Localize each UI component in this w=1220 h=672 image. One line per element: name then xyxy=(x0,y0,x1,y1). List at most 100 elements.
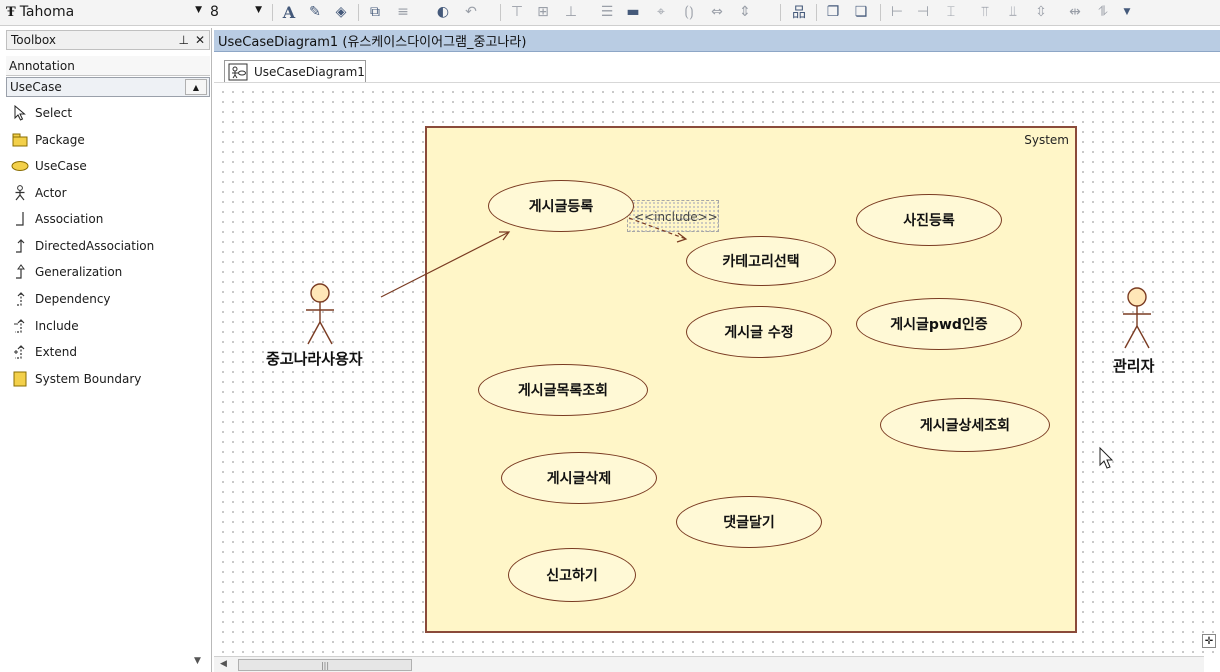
toolbar-separator xyxy=(500,4,501,21)
toolbox-item-association[interactable]: Association xyxy=(10,208,208,230)
align-center-button[interactable]: ⌶ xyxy=(942,3,960,21)
scrollbar-thumb[interactable]: ||| xyxy=(238,659,412,671)
usecase-icon xyxy=(10,158,30,174)
include-icon xyxy=(10,318,30,334)
usecase-post-list[interactable]: 게시글목록조회 xyxy=(478,364,648,416)
toolbox-item-label: UseCase xyxy=(35,159,87,173)
toolbox-category-annotation[interactable]: Annotation xyxy=(6,56,210,76)
toolbar-separator xyxy=(272,4,273,21)
toolbox-item-generalization[interactable]: Generalization xyxy=(10,261,208,283)
layout-button[interactable]: 品 xyxy=(790,3,808,21)
usecase-report[interactable]: 신고하기 xyxy=(508,548,636,602)
usecase-register-photo[interactable]: 사진등록 xyxy=(856,194,1002,246)
collapse-arrow-icon[interactable]: ▲ xyxy=(185,79,207,95)
distribute-bottom-button[interactable]: ⫫ xyxy=(1004,3,1022,21)
align-left-button[interactable]: ⊢ xyxy=(888,3,906,21)
toolbox-item-extend[interactable]: Extend xyxy=(10,341,208,363)
toolbox-item-package[interactable]: Package xyxy=(10,129,208,151)
bracket-button[interactable]: ⟮⟯ xyxy=(680,3,698,21)
size-button[interactable]: ⇕ xyxy=(736,3,754,21)
usecase-post-password-auth[interactable]: 게시글pwd인증 xyxy=(856,298,1022,350)
diagram-icon xyxy=(228,63,248,80)
folder-button[interactable]: ▬ xyxy=(624,3,642,21)
bring-front-button[interactable]: ❐ xyxy=(824,3,842,21)
link-button[interactable]: ⌖ xyxy=(652,3,670,21)
font-size-value: 8 xyxy=(210,4,219,20)
toolbar-overflow-arrow-icon[interactable]: ▼ xyxy=(1118,3,1136,21)
align-right-button[interactable]: ⊣ xyxy=(914,3,932,21)
toolbar-separator xyxy=(816,4,817,21)
toolbox-item-label: Actor xyxy=(35,186,67,200)
usecase-add-comment[interactable]: 댓글달기 xyxy=(676,496,822,548)
toolbox-title: Toolbox xyxy=(11,33,56,47)
document-title-bar: UseCaseDiagram1 (유스케이스다이어그램_중고나라) xyxy=(214,30,1220,52)
distribute-vertical-button[interactable]: ⇳ xyxy=(1032,3,1050,21)
dependency-icon xyxy=(10,291,30,307)
dropdown-arrow-icon: ▼ xyxy=(255,5,262,15)
toolbox-item-label: Extend xyxy=(35,345,77,359)
usecase-edit-post[interactable]: 게시글 수정 xyxy=(686,306,832,358)
association-icon xyxy=(10,211,30,227)
font-size-select[interactable]: 8 ▼ xyxy=(210,2,266,22)
category-label: UseCase xyxy=(10,80,62,94)
undo-format-button[interactable]: ↶ xyxy=(462,3,480,21)
pan-icon[interactable]: ✛ xyxy=(1202,634,1216,648)
toolbox-item-label: System Boundary xyxy=(35,372,142,386)
toolbox-item-actor[interactable]: Actor xyxy=(10,182,208,204)
shadow-button[interactable]: ◐ xyxy=(434,3,452,21)
shape-style-button[interactable]: ⧉ xyxy=(366,3,384,21)
extend-icon xyxy=(10,344,30,360)
toolbox-item-label: Package xyxy=(35,133,85,147)
space-vertical-button[interactable]: ⥮ xyxy=(1094,3,1112,21)
list-button[interactable]: ☰ xyxy=(598,3,616,21)
align-top-button[interactable]: ⊤ xyxy=(508,3,526,21)
horizontal-scrollbar[interactable]: ◀ ||| xyxy=(214,656,1204,672)
usecase-post-detail[interactable]: 게시글상세조회 xyxy=(880,398,1050,452)
actor-label-admin: 관리자 xyxy=(1113,357,1155,375)
fill-color-button[interactable]: ◈ xyxy=(332,3,350,21)
font-type-icon: Ŧ xyxy=(6,4,16,20)
font-family-select[interactable]: Ŧ Tahoma ▼ xyxy=(6,2,206,22)
font-color-button[interactable]: A xyxy=(280,3,298,22)
package-icon xyxy=(10,132,30,148)
toolbox-item-label: Include xyxy=(35,319,79,333)
toolbar-separator xyxy=(880,4,881,21)
toolbox-item-include[interactable]: Include xyxy=(10,315,208,337)
line-color-button[interactable]: ✎ xyxy=(306,3,324,21)
spacing-button[interactable]: ⇔ xyxy=(708,3,726,21)
toolbox-item-label: Select xyxy=(35,106,73,120)
toolbar-separator xyxy=(780,4,781,21)
pin-icon[interactable]: ⊥ xyxy=(179,33,189,47)
toolbox-item-system-boundary[interactable]: System Boundary xyxy=(10,368,208,390)
actor-icon xyxy=(10,185,30,201)
scroll-down-arrow-icon[interactable]: ▼ xyxy=(194,656,201,666)
tab-label: UseCaseDiagram1 xyxy=(254,64,365,79)
generalization-icon xyxy=(10,264,30,280)
toolbox-item-select[interactable]: Select xyxy=(10,102,208,124)
distribute-top-button[interactable]: ⫪ xyxy=(976,3,994,21)
toolbox-item-dependency[interactable]: Dependency xyxy=(10,288,208,310)
category-label: Annotation xyxy=(9,58,75,73)
toolbar-separator xyxy=(358,4,359,21)
tab-usecase-diagram[interactable]: UseCaseDiagram1 xyxy=(224,60,366,82)
align-middle-button[interactable]: ⊞ xyxy=(534,3,552,21)
usecase-post-register[interactable]: 게시글등록 xyxy=(488,180,634,232)
usecase-select-category[interactable]: 카테고리선택 xyxy=(686,236,836,286)
send-back-button[interactable]: ❏ xyxy=(852,3,870,21)
toolbox-panel: Toolbox ⊥ ✕ Annotation UseCase ▲ Select … xyxy=(0,28,212,672)
system-label: System xyxy=(1024,133,1069,147)
scroll-left-arrow-icon[interactable]: ◀ xyxy=(220,659,227,669)
space-horizontal-button[interactable]: ⇹ xyxy=(1066,3,1084,21)
directed-association-icon xyxy=(10,238,30,254)
close-icon[interactable]: ✕ xyxy=(195,33,205,47)
line-style-button[interactable]: ≡ xyxy=(394,3,412,21)
actor-label-user: 중고나라사용자 xyxy=(266,350,363,368)
toolbox-category-usecase[interactable]: UseCase ▲ xyxy=(6,77,210,97)
usecase-delete-post[interactable]: 게시글삭제 xyxy=(501,452,657,504)
toolbox-item-directed-association[interactable]: DirectedAssociation xyxy=(10,235,208,257)
document-title: UseCaseDiagram1 (유스케이스다이어그램_중고나라) xyxy=(218,35,527,50)
system-boundary-icon xyxy=(10,371,30,387)
toolbox-header: Toolbox ⊥ ✕ xyxy=(6,30,210,50)
toolbox-item-usecase[interactable]: UseCase xyxy=(10,155,208,177)
align-bottom-button[interactable]: ⊥ xyxy=(562,3,580,21)
